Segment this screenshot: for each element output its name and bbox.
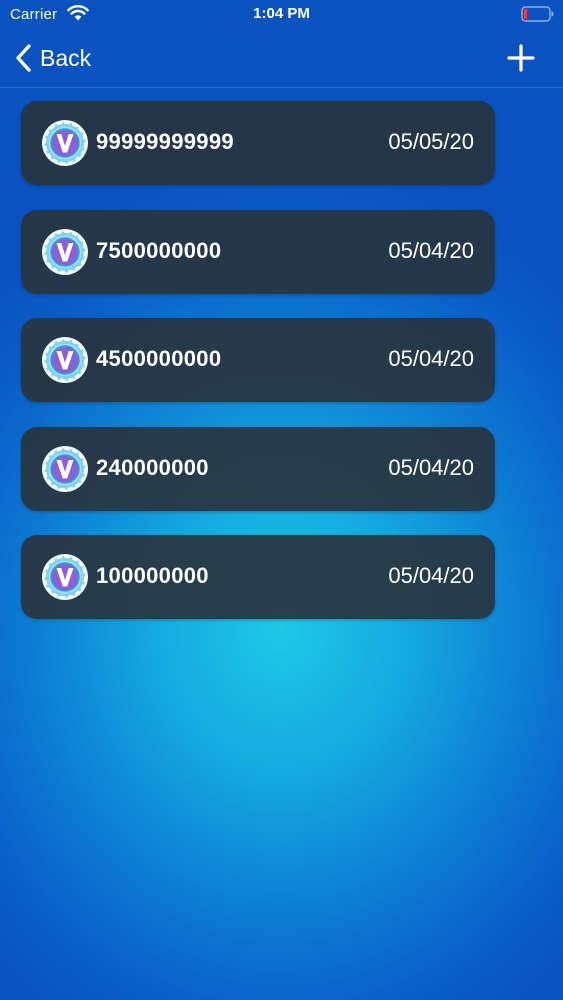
battery-icon [521, 6, 554, 22]
entry-date: 05/04/20 [388, 454, 474, 480]
list-item[interactable]: 240000000 05/04/20 [21, 426, 495, 511]
vbucks-coin-icon [42, 228, 88, 275]
vbucks-amount: 240000000 [96, 454, 209, 480]
status-time: 1:04 PM [253, 5, 310, 22]
vbucks-coin-icon [42, 554, 88, 600]
vbucks-history-list: 99999999999 05/05/20 7500000000 05/04/20… [21, 101, 495, 644]
vbucks-amount: 99999999999 [96, 129, 234, 154]
plus-icon[interactable] [504, 41, 538, 75]
vbucks-coin-icon [42, 445, 88, 492]
vbucks-coin-icon [42, 120, 88, 166]
vbucks-amount: 7500000000 [96, 237, 222, 263]
status-bar: Carrier 1:04 PM [0, 0, 563, 30]
entry-date: 05/04/20 [388, 346, 474, 371]
vbucks-coin-icon [42, 337, 88, 383]
entry-date: 05/04/20 [388, 237, 474, 263]
back-label: Back [40, 44, 92, 71]
entry-date: 05/04/20 [388, 563, 474, 588]
vbucks-amount: 4500000000 [96, 346, 222, 371]
list-item[interactable]: 99999999999 05/05/20 [21, 101, 495, 185]
list-item[interactable]: 7500000000 05/04/20 [21, 209, 495, 294]
vbucks-amount: 100000000 [96, 563, 209, 588]
chevron-left-icon [16, 44, 31, 72]
navigation-bar: Back [0, 30, 563, 88]
entry-date: 05/05/20 [388, 129, 474, 154]
list-item[interactable]: 100000000 05/04/20 [21, 535, 495, 619]
back-button[interactable]: Back [14, 40, 91, 76]
list-item[interactable]: 4500000000 05/04/20 [21, 318, 495, 402]
